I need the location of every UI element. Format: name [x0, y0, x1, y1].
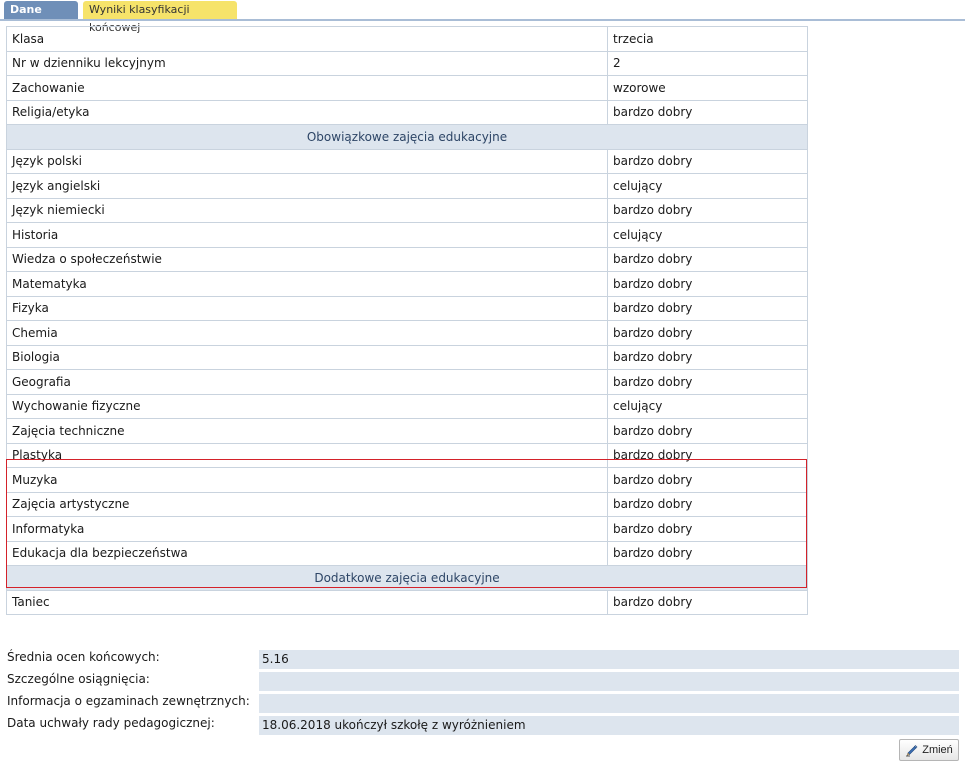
resolution-label: Data uchwały rady pedagogicznej: — [7, 716, 215, 730]
row-value: trzecia — [607, 26, 808, 52]
table-row: Biologia bardzo dobry — [6, 344, 808, 370]
pencil-icon — [905, 743, 919, 757]
summary-panel: Średnia ocen końcowych: 5.16 Szczególne … — [0, 648, 965, 736]
subject-grade: celujący — [607, 173, 808, 199]
subject-grade: bardzo dobry — [607, 344, 808, 370]
change-button[interactable]: Zmień — [899, 739, 959, 761]
table-row: Plastyka bardzo dobry — [6, 442, 808, 468]
table-row: Geografia bardzo dobry — [6, 369, 808, 395]
row-value: wzorowe — [607, 75, 808, 101]
subject-grade: bardzo dobry — [607, 516, 808, 542]
subject-name: Chemia — [6, 320, 608, 346]
table-row: Nr w dzienniku lekcyjnym 2 — [6, 50, 808, 76]
table-row: Zajęcia techniczne bardzo dobry — [6, 418, 808, 444]
subject-grade: bardzo dobry — [607, 271, 808, 297]
table-row: Klasa trzecia — [6, 26, 808, 52]
table-row: Język niemiecki bardzo dobry — [6, 197, 808, 223]
subject-grade: bardzo dobry — [607, 197, 808, 223]
table-row: Chemia bardzo dobry — [6, 320, 808, 346]
exams-value — [259, 694, 959, 713]
section-title: Dodatkowe zajęcia edukacyjne — [6, 565, 808, 591]
table-row: Matematyka bardzo dobry — [6, 271, 808, 297]
subject-grade: bardzo dobry — [607, 418, 808, 444]
subject-name: Informatyka — [6, 516, 608, 542]
exams-label: Informacja o egzaminach zewnętrznych: — [7, 694, 250, 708]
summary-row-average: Średnia ocen końcowych: 5.16 — [0, 648, 965, 670]
subject-name: Fizyka — [6, 295, 608, 321]
subject-name: Zajęcia techniczne — [6, 418, 608, 444]
row-label: Religia/etyka — [6, 99, 608, 125]
subject-name: Wiedza o społeczeństwie — [6, 246, 608, 272]
row-label: Klasa — [6, 26, 608, 52]
section-header-mandatory: Obowiązkowe zajęcia edukacyjne — [6, 124, 808, 150]
table-row: Zachowanie wzorowe — [6, 75, 808, 101]
average-value: 5.16 — [259, 650, 959, 669]
table-row: Taniec bardzo dobry — [6, 589, 808, 615]
table-row: Wychowanie fizyczne celujący — [6, 393, 808, 419]
summary-row-achievements: Szczególne osiągnięcia: — [0, 670, 965, 692]
subject-grade: bardzo dobry — [607, 369, 808, 395]
table-row: Język polski bardzo dobry — [6, 148, 808, 174]
summary-row-exams: Informacja o egzaminach zewnętrznych: — [0, 692, 965, 714]
table-row: Wiedza o społeczeństwie bardzo dobry — [6, 246, 808, 272]
subject-name: Zajęcia artystyczne — [6, 491, 608, 517]
summary-row-resolution: Data uchwały rady pedagogicznej: 18.06.2… — [0, 714, 965, 736]
table-row: Muzyka bardzo dobry — [6, 467, 808, 493]
subject-name: Matematyka — [6, 271, 608, 297]
table-row: Informatyka bardzo dobry — [6, 516, 808, 542]
table-row: Język angielski celujący — [6, 173, 808, 199]
row-value: bardzo dobry — [607, 99, 808, 125]
subject-name: Edukacja dla bezpieczeństwa — [6, 540, 608, 566]
tab-bar: Dane ucznia Wyniki klasyfikacji końcowej — [0, 0, 965, 34]
average-label: Średnia ocen końcowych: — [7, 650, 160, 664]
section-header-additional: Dodatkowe zajęcia edukacyjne — [6, 565, 808, 591]
row-label: Zachowanie — [6, 75, 608, 101]
subject-name: Język angielski — [6, 173, 608, 199]
subject-grade: bardzo dobry — [607, 295, 808, 321]
section-title: Obowiązkowe zajęcia edukacyjne — [6, 124, 808, 150]
tab-final-results[interactable]: Wyniki klasyfikacji końcowej — [83, 1, 237, 34]
tab-student-data[interactable]: Dane ucznia — [4, 1, 78, 34]
table-row: Edukacja dla bezpieczeństwa bardzo dobry — [6, 540, 808, 566]
row-value: 2 — [607, 50, 808, 76]
table-row: Historia celujący — [6, 222, 808, 248]
subject-grade: celujący — [607, 222, 808, 248]
achievements-value — [259, 672, 959, 691]
table-row: Fizyka bardzo dobry — [6, 295, 808, 321]
achievements-label: Szczególne osiągnięcia: — [7, 672, 150, 686]
subject-name: Język niemiecki — [6, 197, 608, 223]
subject-grade: celujący — [607, 393, 808, 419]
subject-grade: bardzo dobry — [607, 442, 808, 468]
subject-name: Plastyka — [6, 442, 608, 468]
subject-name: Wychowanie fizyczne — [6, 393, 608, 419]
subject-grade: bardzo dobry — [607, 467, 808, 493]
subject-name: Taniec — [6, 589, 608, 615]
subject-name: Historia — [6, 222, 608, 248]
subject-grade: bardzo dobry — [607, 491, 808, 517]
subject-grade: bardzo dobry — [607, 246, 808, 272]
subject-grade: bardzo dobry — [607, 589, 808, 615]
table-row: Zajęcia artystyczne bardzo dobry — [6, 491, 808, 517]
subject-name: Biologia — [6, 344, 608, 370]
subject-grade: bardzo dobry — [607, 320, 808, 346]
subject-name: Geografia — [6, 369, 608, 395]
resolution-value: 18.06.2018 ukończył szkołę z wyróżnienie… — [259, 716, 959, 735]
change-button-label: Zmień — [922, 744, 953, 756]
subject-name: Muzyka — [6, 467, 608, 493]
subject-name: Język polski — [6, 148, 608, 174]
row-label: Nr w dzienniku lekcyjnym — [6, 50, 608, 76]
subject-grade: bardzo dobry — [607, 148, 808, 174]
subject-grade: bardzo dobry — [607, 540, 808, 566]
table-row: Religia/etyka bardzo dobry — [6, 99, 808, 125]
grades-table: Klasa trzecia Nr w dzienniku lekcyjnym 2… — [6, 26, 808, 615]
